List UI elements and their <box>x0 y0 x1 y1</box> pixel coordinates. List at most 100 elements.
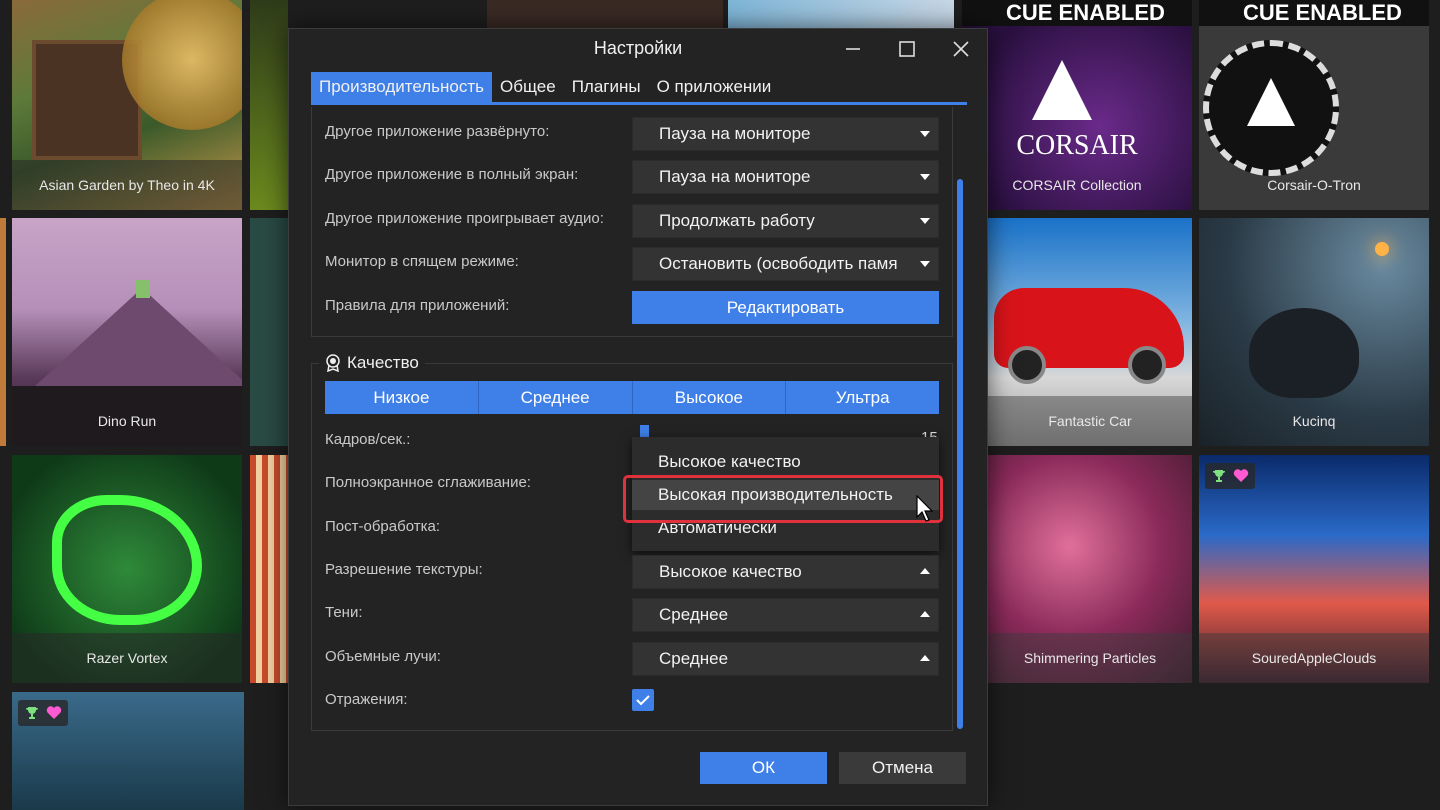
chevron-up-icon <box>920 611 930 617</box>
mouse-cursor-icon <box>916 495 934 522</box>
row-label-app-maximized: Другое приложение развёрнуто: <box>325 123 550 140</box>
tile-badges <box>1205 463 1255 489</box>
chevron-down-icon <box>920 218 930 224</box>
highlight-annotation <box>623 475 943 523</box>
app-audio-select[interactable]: Продолжать работу <box>632 204 939 238</box>
row-label-fps: Кадров/сек.: <box>325 431 411 448</box>
wallpaper-tile-soured-apple-clouds[interactable]: SouredAppleClouds <box>1199 455 1429 683</box>
chevron-up-icon <box>920 568 930 574</box>
wallpaper-tile-corsair-collection[interactable]: CUE ENABLED CORSAIR CORSAIR Collection <box>962 0 1192 210</box>
tab-underline <box>311 102 967 105</box>
monitor-sleep-select[interactable]: Остановить (освободить памя <box>632 247 939 281</box>
heart-icon <box>46 706 62 719</box>
wallpaper-tile-partial-3[interactable] <box>250 455 288 683</box>
preset-low-button[interactable]: Низкое <box>325 381 479 414</box>
trophy-icon <box>26 707 38 719</box>
tile-label: Asian Garden by Theo in 4K <box>12 160 242 210</box>
select-value: Среднее <box>659 649 729 668</box>
window-title: Настройки <box>593 38 683 58</box>
tile-label: Corsair-O-Tron <box>1267 177 1361 193</box>
razer-logo <box>52 495 202 625</box>
ok-button[interactable]: ОК <box>700 752 827 784</box>
dino-sprite <box>136 280 150 298</box>
settings-dialog: Настройки Производительность Общее Плаги… <box>288 28 988 806</box>
wallpaper-tile-partial[interactable] <box>250 0 288 210</box>
edit-rules-button[interactable]: Редактировать <box>632 291 939 324</box>
cue-banner: CUE ENABLED <box>962 0 1192 26</box>
scrollbar[interactable] <box>957 179 963 729</box>
firefly-shape <box>1375 242 1389 256</box>
cat-shape <box>1249 308 1359 398</box>
preset-medium-button[interactable]: Среднее <box>478 381 633 414</box>
app-fullscreen-select[interactable]: Пауза на мониторе <box>632 160 939 194</box>
wheel-shape <box>1128 346 1166 384</box>
row-label-app-fullscreen: Другое приложение в полный экран: <box>325 166 579 183</box>
checkmark-icon <box>636 695 650 706</box>
select-value: Пауза на мониторе <box>659 167 811 186</box>
row-label-texture: Разрешение текстуры: <box>325 561 483 578</box>
quality-title-text: Качество <box>347 353 419 372</box>
select-value: Продолжать работу <box>659 211 815 230</box>
wallpaper-tile-kucinq[interactable]: Kucinq <box>1199 218 1429 446</box>
dropdown-option-high-quality[interactable]: Высокое качество <box>632 447 939 477</box>
wallpaper-tile-fantastic-car[interactable]: Fantastic Car <box>988 218 1192 446</box>
wallpaper-tile-portrait[interactable] <box>487 0 723 28</box>
minimize-icon[interactable] <box>841 37 865 61</box>
wallpaper-tile-sky[interactable] <box>728 0 954 28</box>
select-value: Пауза на мониторе <box>659 124 811 143</box>
chevron-down-icon <box>920 261 930 267</box>
award-icon <box>326 354 340 372</box>
chevron-down-icon <box>920 174 930 180</box>
tile-label: Razer Vortex <box>12 633 242 683</box>
row-label-shadows: Тени: <box>325 604 363 621</box>
reflections-checkbox[interactable] <box>632 689 654 711</box>
row-label-antialiasing: Полноэкранное сглаживание: <box>325 474 531 491</box>
tile-label: Shimmering Particles <box>988 633 1192 683</box>
heart-icon <box>1233 469 1249 482</box>
row-label-volumetric: Объемные лучи: <box>325 648 441 665</box>
chevron-down-icon <box>920 131 930 137</box>
texture-select[interactable]: Высокое качество <box>632 555 939 589</box>
select-value: Остановить (освободить памя <box>659 254 898 273</box>
tile-label: Fantastic Car <box>988 396 1192 446</box>
row-label-reflections: Отражения: <box>325 691 408 708</box>
close-icon[interactable] <box>949 37 973 61</box>
wallpaper-tile-asian-garden[interactable]: Asian Garden by Theo in 4K <box>12 0 242 210</box>
tile-badges <box>18 700 68 726</box>
select-value: Среднее <box>659 605 729 624</box>
wallpaper-tile-left-edge[interactable] <box>0 218 6 446</box>
tab-about[interactable]: О приложении <box>649 72 780 102</box>
cancel-button[interactable]: Отмена <box>839 752 966 784</box>
tab-bar: Производительность Общее Плагины О прило… <box>311 72 779 104</box>
wallpaper-tile-razer-vortex[interactable]: Razer Vortex <box>12 455 242 683</box>
row-label-app-rules: Правила для приложений: <box>325 297 510 314</box>
quality-group-title: Качество <box>319 353 425 373</box>
tile-label: CORSAIR Collection <box>1012 177 1142 193</box>
app-maximized-select[interactable]: Пауза на мониторе <box>632 117 939 151</box>
chevron-up-icon <box>920 655 930 661</box>
wallpaper-tile-partial-2[interactable] <box>250 218 288 446</box>
row-label-app-audio: Другое приложение проигрывает аудио: <box>325 210 604 227</box>
titlebar[interactable]: Настройки <box>289 29 987 69</box>
preset-ultra-button[interactable]: Ультра <box>786 381 939 414</box>
cue-banner: CUE ENABLED <box>1199 0 1429 26</box>
tab-general[interactable]: Общее <box>492 72 564 102</box>
sail-icon <box>1032 60 1092 120</box>
tile-label: Kucinq <box>1292 413 1336 429</box>
corsair-logo-text: CORSAIR <box>1016 130 1138 161</box>
volumetric-select[interactable]: Среднее <box>632 642 939 676</box>
tab-plugins[interactable]: Плагины <box>564 72 649 102</box>
row-label-post-processing: Пост-обработка: <box>325 518 440 535</box>
wheel-shape <box>1008 346 1046 384</box>
maximize-icon[interactable] <box>895 37 919 61</box>
wallpaper-tile-corsair-o-tron[interactable]: CUE ENABLED Corsair-O-Tron <box>1199 0 1429 210</box>
wallpaper-tile-dino-run[interactable]: Dino Run <box>12 218 242 446</box>
preset-high-button[interactable]: Высокое <box>632 381 787 414</box>
wallpaper-tile-forest[interactable] <box>12 692 244 810</box>
sail-icon <box>1247 78 1295 126</box>
wallpaper-tile-shimmering-particles[interactable]: Shimmering Particles <box>988 455 1192 683</box>
tile-label: Dino Run <box>97 413 157 429</box>
select-value: Высокое качество <box>659 562 802 581</box>
tab-performance[interactable]: Производительность <box>311 72 493 102</box>
shadows-select[interactable]: Среднее <box>632 598 939 632</box>
